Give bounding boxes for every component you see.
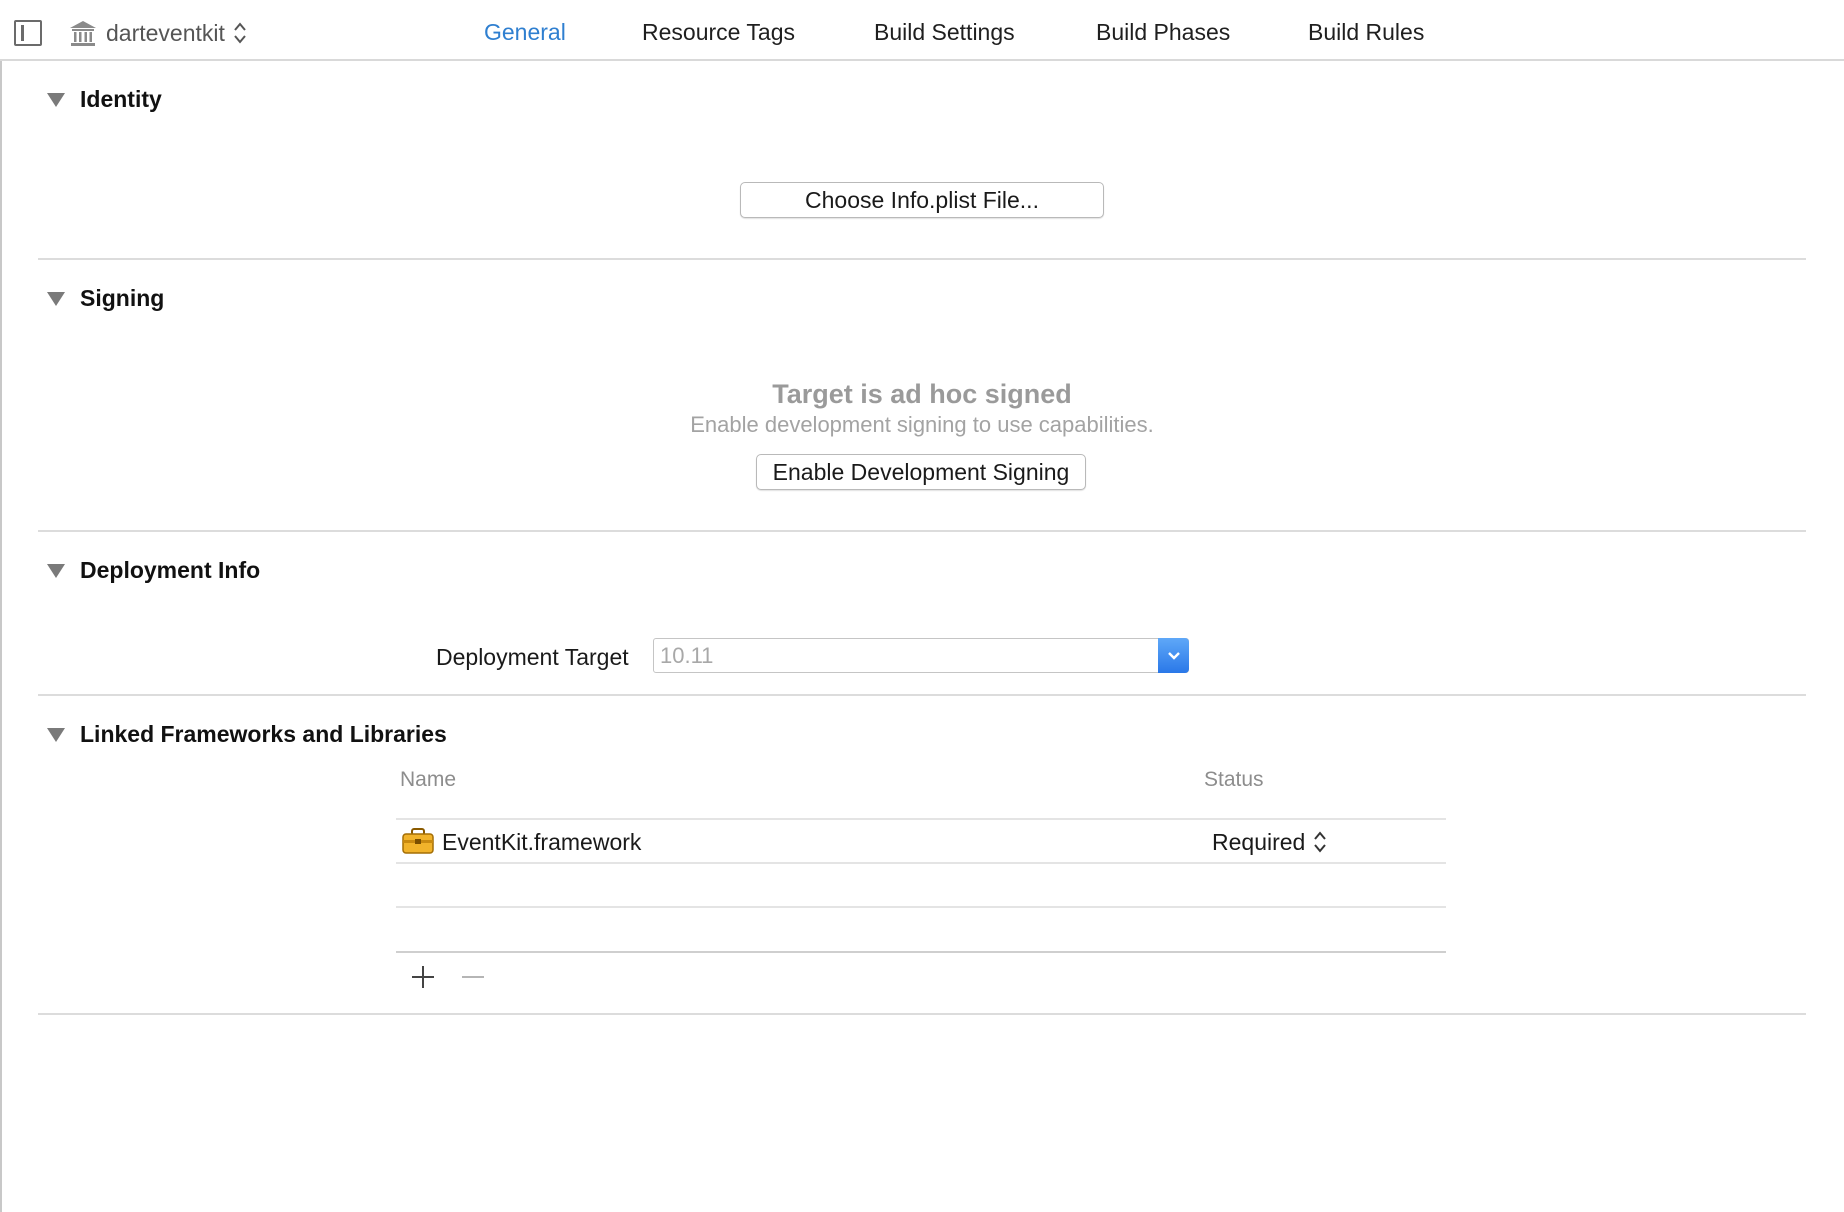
section-title: Signing bbox=[80, 285, 165, 311]
disclosure-triangle-icon bbox=[47, 563, 65, 578]
chevron-down-icon bbox=[1167, 651, 1180, 660]
section-title: Deployment Info bbox=[80, 557, 261, 583]
section-deployment-header[interactable]: Deployment Info bbox=[47, 557, 260, 584]
chevron-updown-icon bbox=[234, 22, 246, 44]
section-title: Identity bbox=[80, 86, 162, 112]
sidebar-toggle-icon[interactable] bbox=[14, 20, 42, 46]
signing-status-title: Target is ad hoc signed bbox=[772, 379, 1072, 409]
disclosure-triangle-icon bbox=[47, 727, 65, 742]
disclosure-triangle-icon bbox=[47, 291, 65, 306]
target-selector[interactable]: darteventkit bbox=[68, 16, 247, 50]
deployment-target-combobox[interactable]: 10.11 bbox=[653, 638, 1189, 673]
table-footer-divider bbox=[396, 951, 1446, 953]
section-divider bbox=[38, 530, 1806, 532]
tab-build-rules[interactable]: Build Rules bbox=[1308, 14, 1424, 50]
section-title: Linked Frameworks and Libraries bbox=[80, 721, 447, 747]
section-signing-header[interactable]: Signing bbox=[47, 285, 164, 312]
section-divider bbox=[38, 694, 1806, 696]
toolbox-icon bbox=[402, 828, 434, 854]
section-frameworks-header[interactable]: Linked Frameworks and Libraries bbox=[47, 721, 447, 748]
project-target-icon bbox=[70, 21, 96, 46]
deployment-target-label: Deployment Target bbox=[436, 644, 629, 670]
target-name: darteventkit bbox=[106, 19, 225, 46]
add-icon[interactable] bbox=[408, 962, 438, 992]
tab-build-phases[interactable]: Build Phases bbox=[1096, 14, 1230, 50]
framework-status-value: Required bbox=[1212, 829, 1306, 855]
chevron-updown-icon bbox=[1314, 831, 1327, 853]
table-row[interactable]: EventKit.framework Required bbox=[396, 818, 1446, 862]
editor-toolbar: darteventkit General Resource Tags Build… bbox=[0, 0, 1844, 61]
tab-general[interactable]: General bbox=[484, 14, 566, 50]
table-row-divider bbox=[396, 906, 1446, 908]
column-header-name[interactable]: Name bbox=[400, 768, 456, 792]
remove-icon[interactable] bbox=[458, 962, 488, 992]
tab-build-settings[interactable]: Build Settings bbox=[874, 14, 1015, 50]
table-row-divider bbox=[396, 862, 1446, 864]
framework-name: EventKit.framework bbox=[442, 829, 642, 855]
framework-status-popup[interactable]: Required bbox=[1212, 818, 1327, 866]
column-header-status[interactable]: Status bbox=[1204, 768, 1264, 792]
choose-info-plist-button[interactable]: Choose Info.plist File... bbox=[740, 182, 1104, 218]
deployment-target-value: 10.11 bbox=[660, 643, 714, 668]
dropdown-button[interactable] bbox=[1158, 638, 1189, 673]
section-divider bbox=[38, 1013, 1806, 1015]
tab-resource-tags[interactable]: Resource Tags bbox=[642, 14, 795, 50]
signing-status-subtitle: Enable development signing to use capabi… bbox=[690, 412, 1154, 437]
enable-development-signing-button[interactable]: Enable Development Signing bbox=[756, 454, 1086, 490]
section-identity-header[interactable]: Identity bbox=[47, 86, 162, 113]
disclosure-triangle-icon bbox=[47, 92, 65, 107]
section-divider bbox=[38, 258, 1806, 260]
